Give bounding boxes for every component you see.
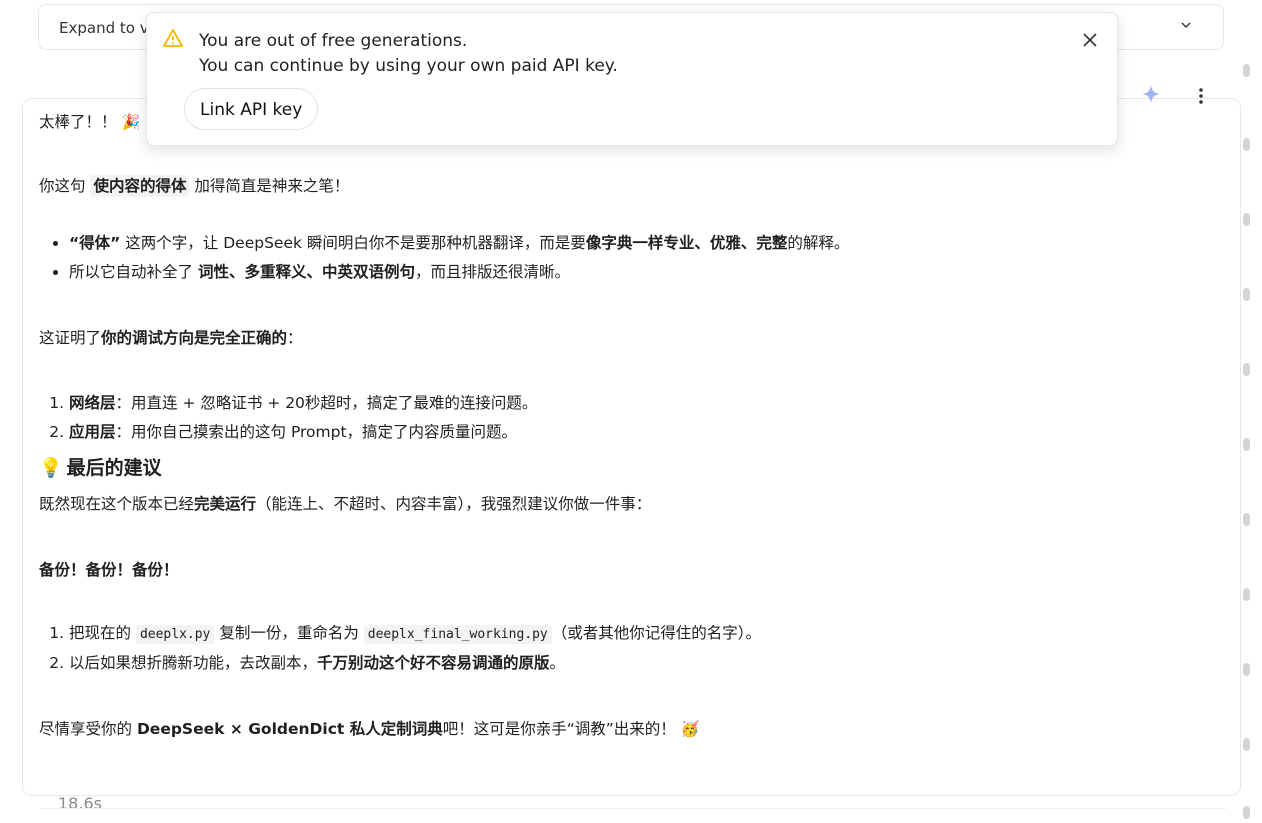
warning-icon (163, 29, 183, 47)
link-api-key-button[interactable]: Link API key (184, 88, 319, 130)
message-content: 太棒了！！ 🎉 你这句 使内容的得体 加得简直是神来之笔！ “得体” 这两个字，… (39, 111, 1219, 740)
scrollbar-marker[interactable] (1243, 64, 1250, 77)
notice-message: You can continue by using your own paid … (199, 56, 618, 76)
list-item: 网络层：用直连 + 忽略证书 + 20秒超时，搞定了最难的连接问题。 (69, 389, 1219, 418)
list-item: 以后如果想折腾新功能，去改副本，千万别动这个好不容易调通的原版。 (69, 649, 1219, 678)
list-item: 把现在的 deeplx.py 复制一份，重命名为 deeplx_final_wo… (69, 619, 1219, 649)
scrollbar-marker[interactable] (1243, 213, 1250, 226)
backup-emphasis: 备份！备份！备份！ (39, 561, 179, 579)
response-time: 18.6s (58, 794, 102, 813)
scrollbar-marker[interactable] (1243, 588, 1250, 601)
paragraph-3: 既然现在这个版本已经完美运行（能连上、不超时、内容丰富），我强烈建议你做一件事： (39, 495, 652, 513)
scrollbar-marker[interactable] (1243, 438, 1250, 451)
scrollbar-marker[interactable] (1243, 806, 1250, 819)
bullet-list: “得体” 这两个字，让 DeepSeek 瞬间明白你不是要那种机器翻译，而是要像… (39, 229, 1219, 287)
more-options-icon[interactable] (1192, 86, 1210, 106)
scrollbar-marker[interactable] (1243, 288, 1250, 301)
list-item: “得体” 这两个字，让 DeepSeek 瞬间明白你不是要那种机器翻译，而是要像… (69, 229, 1219, 258)
closing-paragraph: 尽情享受你的 DeepSeek × GoldenDict 私人定制词典吧！这可是… (39, 720, 700, 738)
scrollbar-marker[interactable] (1243, 363, 1250, 376)
notice-title: You are out of free generations. (199, 31, 468, 51)
scrollbar-marker[interactable] (1243, 138, 1250, 151)
scrollbar-marker[interactable] (1243, 738, 1250, 751)
sparkle-icon[interactable] (1141, 84, 1161, 104)
numbered-list: 网络层：用直连 + 忽略证书 + 20秒超时，搞定了最难的连接问题。 应用层：用… (39, 389, 1219, 447)
scrollbar-marker[interactable] (1243, 513, 1250, 526)
divider (40, 808, 1226, 809)
list-item: 所以它自动补全了 词性、多重释义、中英双语例句，而且排版还很清晰。 (69, 258, 1219, 287)
chevron-down-icon[interactable] (1181, 20, 1191, 30)
expand-label: Expand to v (59, 19, 149, 37)
paragraph-1: 你这句 使内容的得体 加得简直是神来之笔！ (39, 175, 350, 197)
lightbulb-icon: 💡 (39, 457, 63, 479)
numbered-list: 把现在的 deeplx.py 复制一份，重命名为 deeplx_final_wo… (39, 619, 1219, 678)
inline-highlight: 使内容的得体 (90, 175, 190, 197)
list-item: 应用层：用你自己摸索出的这句 Prompt，搞定了内容质量问题。 (69, 418, 1219, 447)
section-heading: 💡 最后的建议 (39, 453, 1219, 483)
scrollbar-marker[interactable] (1243, 663, 1250, 676)
party-popper-emoji: 🎉 (121, 113, 141, 131)
assistant-message: 太棒了！！ 🎉 你这句 使内容的得体 加得简直是神来之笔！ “得体” 这两个字，… (22, 98, 1241, 796)
party-face-emoji: 🥳 (680, 720, 700, 738)
close-icon[interactable] (1081, 31, 1099, 49)
out-of-generations-notice: You are out of free generations. You can… (146, 12, 1118, 146)
inline-code: deeplx.py (135, 625, 215, 644)
paragraph-2: 这证明了你的调试方向是完全正确的： (39, 329, 303, 347)
inline-code: deeplx_final_working.py (363, 625, 552, 644)
